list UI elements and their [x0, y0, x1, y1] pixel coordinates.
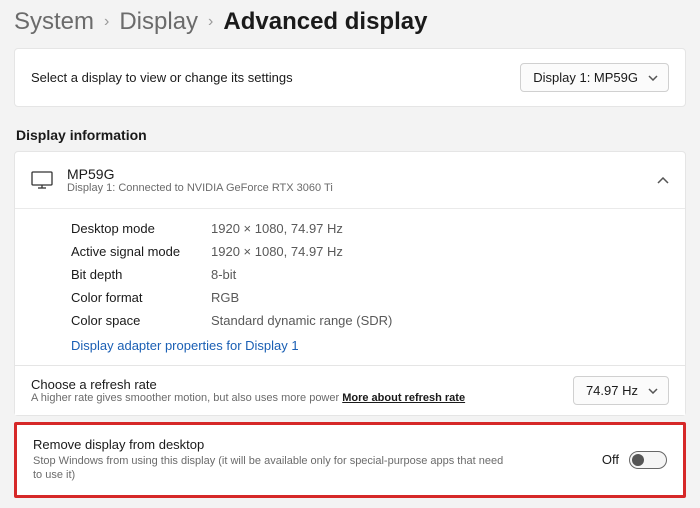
- chevron-down-icon: [648, 75, 658, 81]
- refresh-rate-subtitle: A higher rate gives smoother motion, but…: [31, 392, 465, 404]
- kv-key: Active signal mode: [71, 244, 211, 259]
- kv-val: 1920 × 1080, 74.97 Hz: [211, 244, 343, 259]
- refresh-rate-dropdown[interactable]: 74.97 Hz: [573, 376, 669, 405]
- breadcrumb-display[interactable]: Display: [119, 8, 198, 36]
- chevron-right-icon: ›: [104, 13, 109, 31]
- highlighted-remove-section: Remove display from desktop Stop Windows…: [14, 422, 686, 498]
- display-selector-card: Select a display to view or change its s…: [14, 48, 686, 107]
- display-information-card: MP59G Display 1: Connected to NVIDIA GeF…: [14, 151, 686, 416]
- section-title-display-information: Display information: [16, 127, 686, 143]
- refresh-rate-title: Choose a refresh rate: [31, 377, 465, 392]
- toggle-state-label: Off: [602, 452, 619, 467]
- display-name: MP59G: [67, 166, 333, 182]
- breadcrumb: System › Display › Advanced display: [14, 0, 686, 48]
- display-adapter-properties-link[interactable]: Display adapter properties for Display 1: [15, 332, 685, 355]
- kv-val: RGB: [211, 290, 239, 305]
- kv-val: Standard dynamic range (SDR): [211, 313, 392, 328]
- kv-key: Color space: [71, 313, 211, 328]
- more-about-refresh-rate-link[interactable]: More about refresh rate: [342, 392, 465, 404]
- display-selector-dropdown[interactable]: Display 1: MP59G: [520, 63, 669, 92]
- kv-val: 8-bit: [211, 267, 236, 282]
- display-subtitle: Display 1: Connected to NVIDIA GeForce R…: [67, 182, 333, 194]
- refresh-sub-text: A higher rate gives smoother motion, but…: [31, 392, 342, 404]
- refresh-rate-value: 74.97 Hz: [586, 383, 638, 398]
- refresh-rate-row: Choose a refresh rate A higher rate give…: [15, 365, 685, 415]
- kv-val: 1920 × 1080, 74.97 Hz: [211, 221, 343, 236]
- kv-key: Color format: [71, 290, 211, 305]
- display-info-body: Desktop mode1920 × 1080, 74.97 Hz Active…: [15, 209, 685, 365]
- kv-row: Bit depth8-bit: [15, 263, 685, 286]
- display-info-header[interactable]: MP59G Display 1: Connected to NVIDIA GeF…: [15, 152, 685, 209]
- chevron-up-icon[interactable]: [657, 177, 669, 184]
- remove-display-title: Remove display from desktop: [33, 437, 513, 452]
- monitor-icon: [31, 171, 53, 189]
- breadcrumb-current: Advanced display: [223, 8, 427, 36]
- remove-display-toggle[interactable]: [629, 451, 667, 469]
- breadcrumb-system[interactable]: System: [14, 8, 94, 36]
- kv-key: Bit depth: [71, 267, 211, 282]
- chevron-right-icon: ›: [208, 13, 213, 31]
- kv-row: Color spaceStandard dynamic range (SDR): [15, 309, 685, 332]
- kv-row: Color formatRGB: [15, 286, 685, 309]
- kv-row: Active signal mode1920 × 1080, 74.97 Hz: [15, 240, 685, 263]
- kv-key: Desktop mode: [71, 221, 211, 236]
- kv-row: Desktop mode1920 × 1080, 74.97 Hz: [15, 217, 685, 240]
- remove-display-subtitle: Stop Windows from using this display (it…: [33, 454, 513, 483]
- display-selector-label: Select a display to view or change its s…: [31, 70, 293, 85]
- chevron-down-icon: [648, 388, 658, 394]
- remove-display-row: Remove display from desktop Stop Windows…: [17, 425, 683, 495]
- display-selector-value: Display 1: MP59G: [533, 70, 638, 85]
